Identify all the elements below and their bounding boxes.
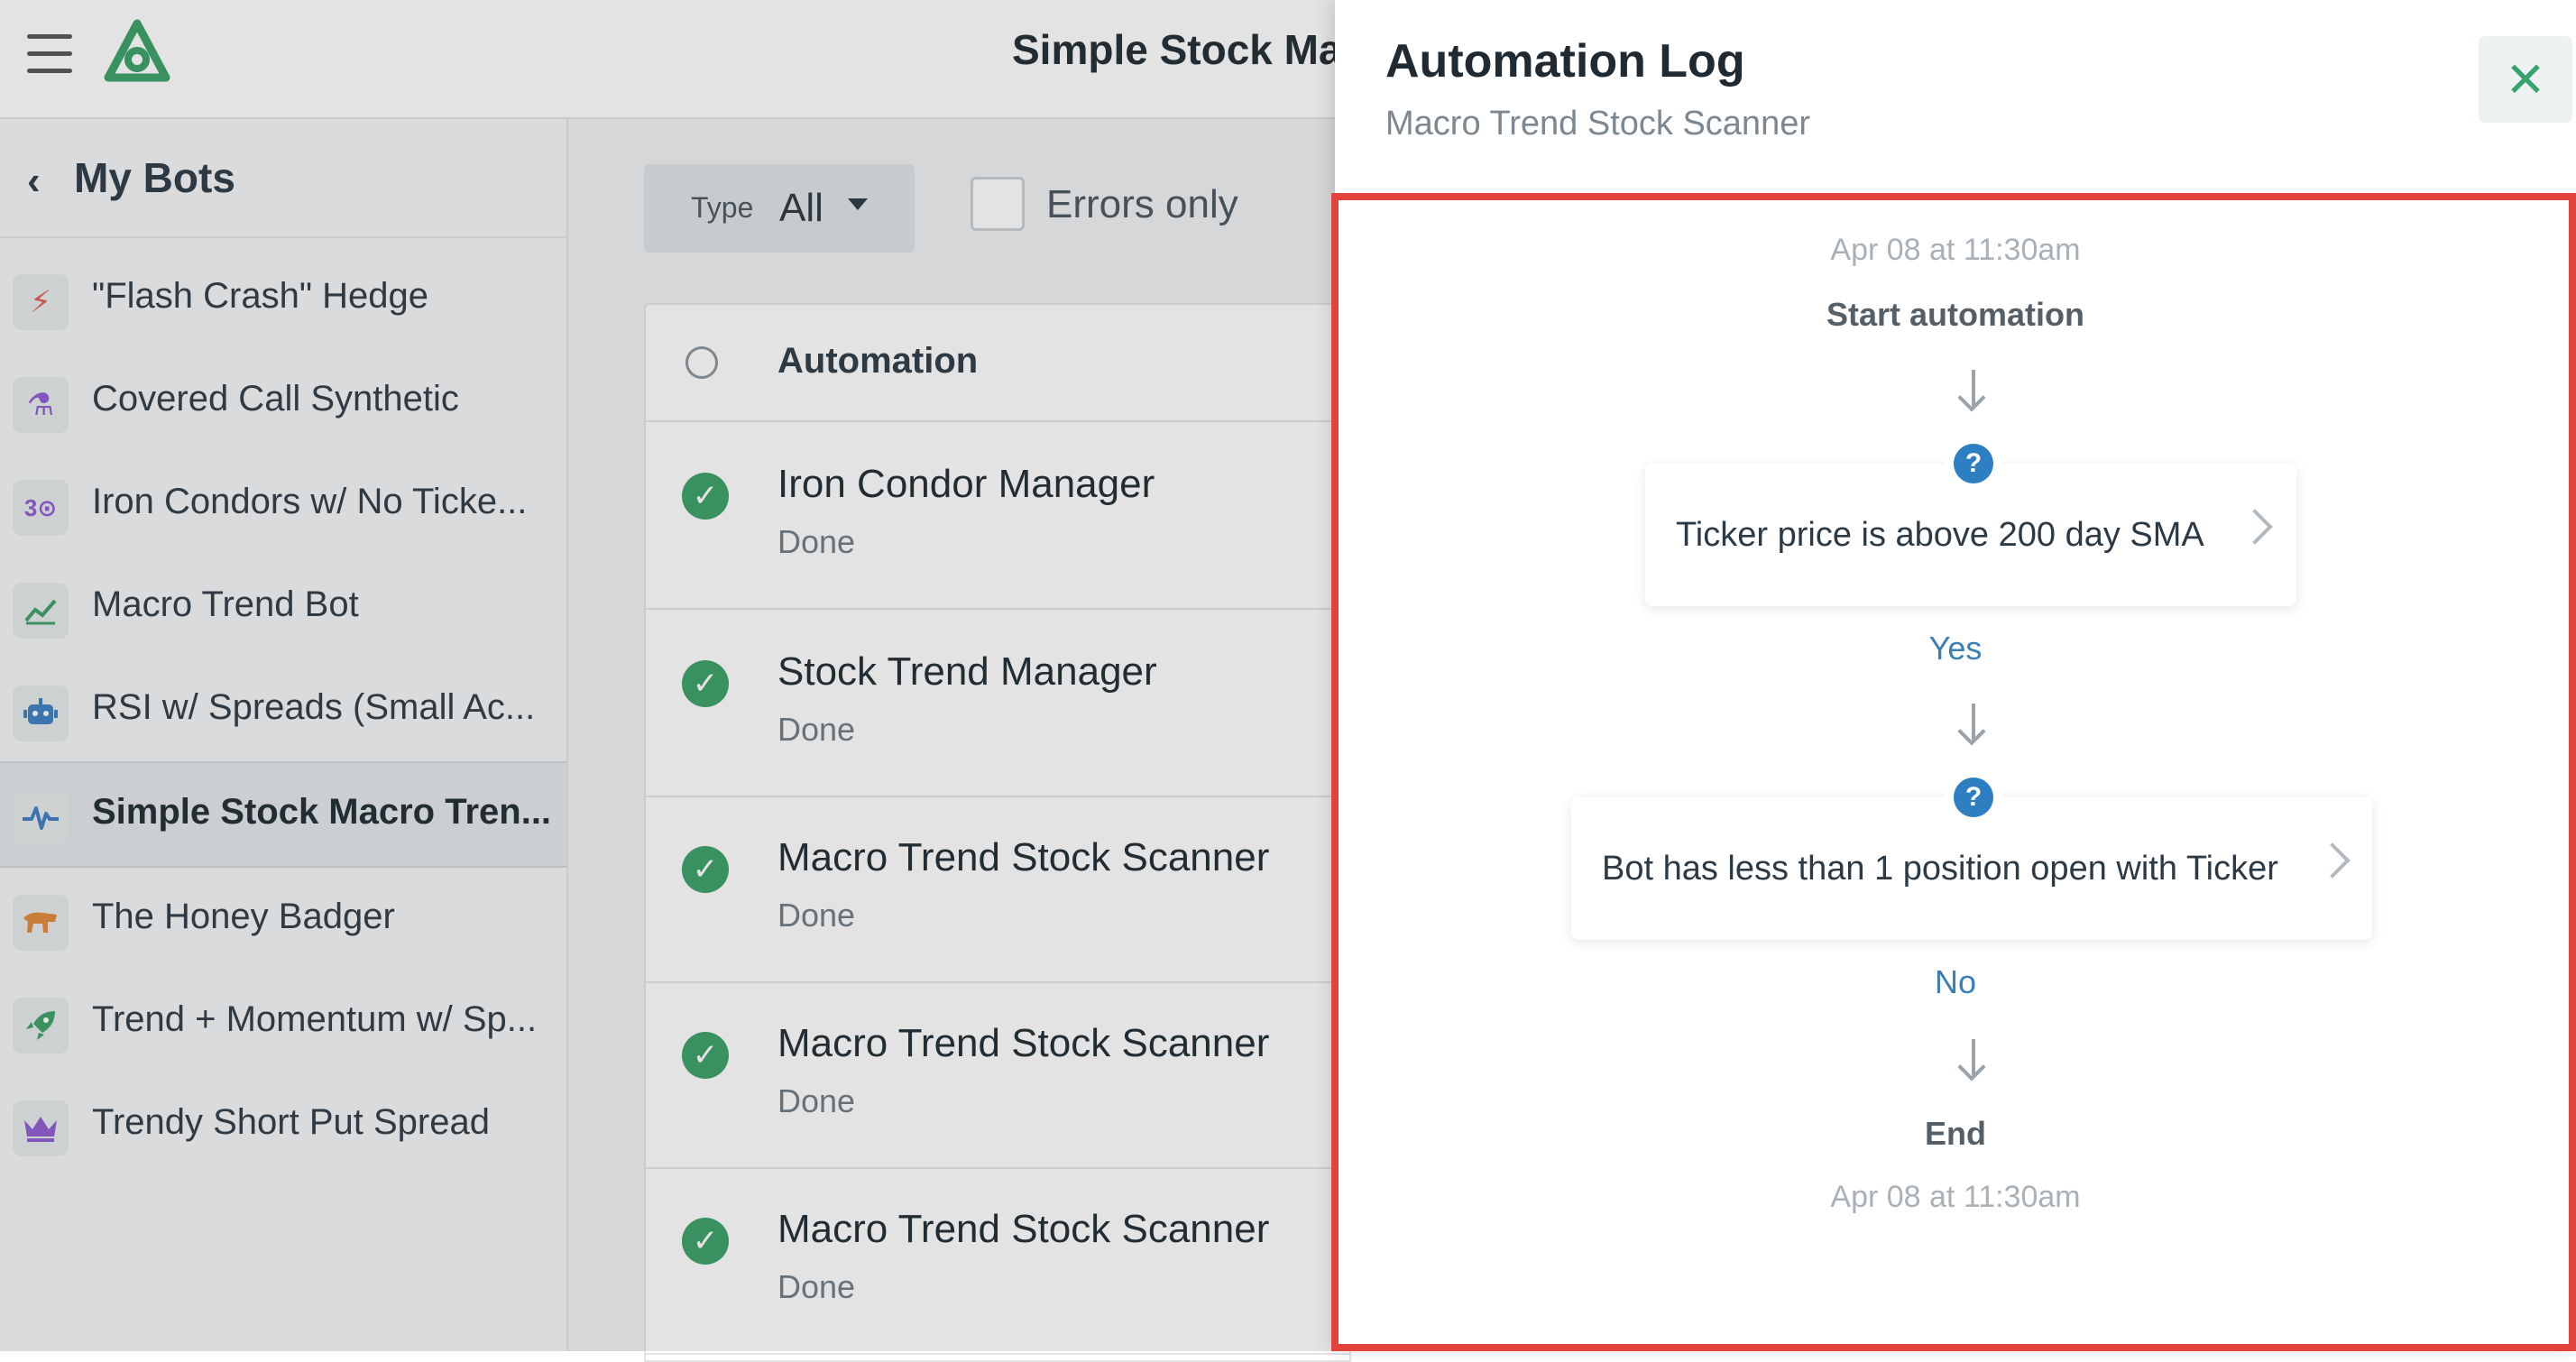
highlight-frame <box>1331 193 2576 1351</box>
question-circle-icon: ? <box>1954 444 1993 483</box>
question-circle-icon: ? <box>1954 778 1993 817</box>
panel-title: Automation Log <box>1385 35 1745 87</box>
app-root: Simple Stock Ma ‹ My Bots ⚡ "Flash Crash… <box>0 0 2576 1362</box>
automation-flow: Apr 08 at 11:30am Start automation Ticke… <box>1331 193 2576 1351</box>
automation-log-panel: Automation Log Macro Trend Stock Scanner… <box>1331 0 2576 1351</box>
close-icon: ✕ <box>2505 52 2546 107</box>
modal-backdrop[interactable] <box>0 0 1335 1351</box>
panel-subtitle: Macro Trend Stock Scanner <box>1385 105 1810 143</box>
close-button[interactable]: ✕ <box>2479 36 2572 123</box>
